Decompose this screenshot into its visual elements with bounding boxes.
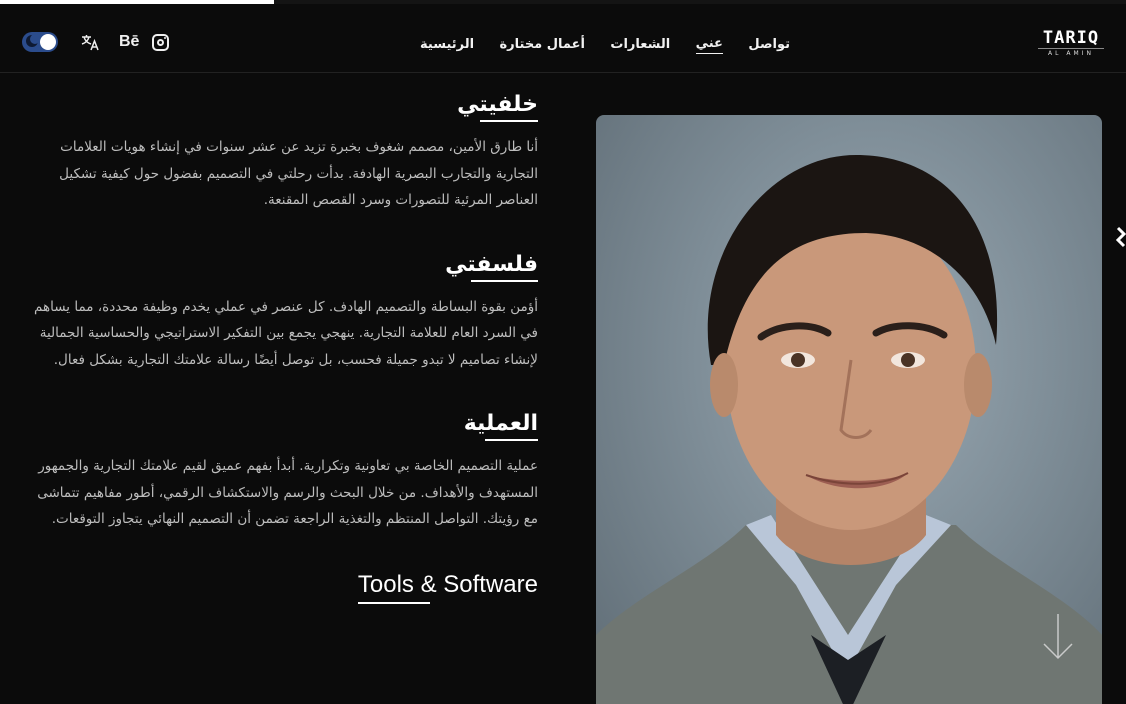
side-decoration-icon bbox=[1116, 226, 1126, 248]
section-tools: Tools & Software bbox=[30, 571, 538, 616]
about-content: خلفيتي أنا طارق الأمين، مصمم شغوف بخبرة … bbox=[30, 92, 539, 654]
nav-selected-works[interactable]: أعمال مختارة bbox=[499, 35, 585, 54]
section-title: Tools & Software bbox=[357, 571, 538, 604]
theme-toggle[interactable] bbox=[22, 32, 58, 52]
portrait-photo bbox=[596, 115, 1102, 704]
section-background: خلفيتي أنا طارق الأمين، مصمم شغوف بخبرة … bbox=[30, 92, 538, 214]
toggle-knob bbox=[40, 34, 56, 50]
instagram-icon[interactable] bbox=[152, 34, 169, 51]
nav-about[interactable]: عني bbox=[695, 34, 723, 54]
behance-icon[interactable]: Bē bbox=[119, 32, 139, 52]
section-title: خلفيتي bbox=[457, 92, 538, 122]
section-title: فلسفتي bbox=[445, 252, 538, 282]
nav-contact[interactable]: تواصل bbox=[748, 35, 790, 54]
section-philosophy: فلسفتي أؤمن بقوة البساطة والتصميم الهادف… bbox=[30, 252, 538, 374]
moon-icon bbox=[26, 34, 40, 47]
section-text: أنا طارق الأمين، مصمم شغوف بخبرة تزيد عن… bbox=[59, 139, 538, 208]
translate-icon[interactable] bbox=[80, 32, 100, 52]
section-process: العملية عملية التصميم الخاصة بي تعاونية … bbox=[30, 411, 539, 533]
site-header: Bē الرئيسية أعمال مختارة الشعارات عني تو… bbox=[0, 4, 1126, 73]
scroll-down-arrow-icon[interactable] bbox=[1040, 612, 1076, 662]
nav-logos[interactable]: الشعارات bbox=[610, 35, 670, 54]
main-nav: الرئيسية أعمال مختارة الشعارات عني تواصل bbox=[420, 32, 790, 56]
logo-subtitle: AL AMIN bbox=[1038, 48, 1104, 57]
nav-home[interactable]: الرئيسية bbox=[420, 35, 474, 54]
section-text: عملية التصميم الخاصة بي تعاونية وتكرارية… bbox=[37, 458, 538, 527]
section-text: أؤمن بقوة البساطة والتصميم الهادف. كل عن… bbox=[34, 298, 538, 368]
section-title: العملية bbox=[464, 411, 539, 441]
logo-text: TARIQ bbox=[1042, 28, 1100, 48]
site-logo[interactable]: TARIQ AL AMIN bbox=[1038, 30, 1104, 57]
